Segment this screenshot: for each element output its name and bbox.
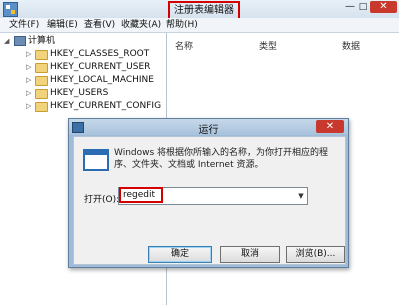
expand-icon[interactable]: ▷ bbox=[26, 87, 34, 99]
expand-icon[interactable]: ▷ bbox=[26, 74, 34, 86]
close-button[interactable]: ✕ bbox=[370, 1, 397, 13]
folder-icon bbox=[35, 89, 48, 99]
dropdown-arrow-icon[interactable]: ▼ bbox=[295, 188, 307, 204]
run-body: Windows 将根据你所输入的名称，为你打开相应的程序、文件夹、文档或 Int… bbox=[73, 136, 346, 265]
run-close-button[interactable]: ✕ bbox=[316, 120, 344, 133]
column-data[interactable]: 数据 bbox=[342, 39, 360, 52]
run-description: Windows 将根据你所输入的名称，为你打开相应的程序、文件夹、文档或 Int… bbox=[114, 148, 329, 170]
open-input[interactable]: regedit ▼ bbox=[118, 187, 308, 205]
tree-label: HKEY_LOCAL_MACHINE bbox=[50, 75, 154, 85]
tree-item-computer[interactable]: ◢ 计算机 bbox=[4, 35, 164, 47]
collapse-icon[interactable]: ◢ bbox=[4, 35, 12, 47]
menu-edit[interactable]: 编辑(E) bbox=[47, 19, 78, 31]
menu-bar: 文件(F) 编辑(E) 查看(V) 收藏夹(A) 帮助(H) bbox=[0, 18, 399, 33]
tree-label: 计算机 bbox=[28, 36, 56, 46]
folder-icon bbox=[35, 63, 48, 73]
column-name[interactable]: 名称 bbox=[175, 39, 193, 52]
open-label: 打开(O): bbox=[84, 195, 120, 205]
tree-item-hku[interactable]: ▷ HKEY_USERS bbox=[26, 87, 164, 99]
run-icon bbox=[83, 149, 109, 171]
tree-label: HKEY_CURRENT_USER bbox=[50, 62, 151, 72]
menu-favorites[interactable]: 收藏夹(A) bbox=[121, 19, 161, 31]
expand-icon[interactable]: ▷ bbox=[26, 100, 34, 112]
tree-label: HKEY_CLASSES_ROOT bbox=[50, 49, 150, 59]
folder-icon bbox=[35, 50, 48, 60]
maximize-button[interactable]: □ bbox=[357, 1, 369, 13]
expand-icon[interactable]: ▷ bbox=[26, 48, 34, 60]
title-bar[interactable]: 注册表编辑器 — □ ✕ bbox=[0, 0, 399, 20]
cancel-button[interactable]: 取消 bbox=[220, 246, 280, 263]
tree-label: HKEY_CURRENT_CONFIG bbox=[50, 101, 162, 111]
menu-help[interactable]: 帮助(H) bbox=[166, 19, 198, 31]
expand-icon[interactable]: ▷ bbox=[26, 61, 34, 73]
tree-item-hklm[interactable]: ▷ HKEY_LOCAL_MACHINE bbox=[26, 74, 164, 86]
folder-icon bbox=[35, 76, 48, 86]
tree-item-hkcc[interactable]: ▷ HKEY_CURRENT_CONFIG bbox=[26, 100, 164, 112]
tree-item-hkcr[interactable]: ▷ HKEY_CLASSES_ROOT bbox=[26, 48, 164, 60]
menu-file[interactable]: 文件(F) bbox=[9, 19, 39, 31]
run-title: 运行 bbox=[198, 125, 219, 136]
minimize-button[interactable]: — bbox=[345, 1, 355, 13]
run-dialog: 运行 ✕ Windows 将根据你所输入的名称，为你打开相应的程序、文件夹、文档… bbox=[68, 118, 349, 268]
folder-icon bbox=[35, 102, 48, 112]
computer-icon bbox=[14, 36, 26, 46]
run-title-bar[interactable]: 运行 ✕ bbox=[69, 119, 348, 136]
highlight-box bbox=[119, 187, 163, 203]
menu-view[interactable]: 查看(V) bbox=[84, 19, 115, 31]
browse-button[interactable]: 浏览(B)... bbox=[286, 246, 345, 263]
column-type[interactable]: 类型 bbox=[259, 39, 277, 52]
ok-button[interactable]: 确定 bbox=[148, 246, 212, 263]
tree-item-hkcu[interactable]: ▷ HKEY_CURRENT_USER bbox=[26, 61, 164, 73]
tree-label: HKEY_USERS bbox=[50, 88, 109, 98]
registry-editor-icon bbox=[3, 2, 18, 17]
